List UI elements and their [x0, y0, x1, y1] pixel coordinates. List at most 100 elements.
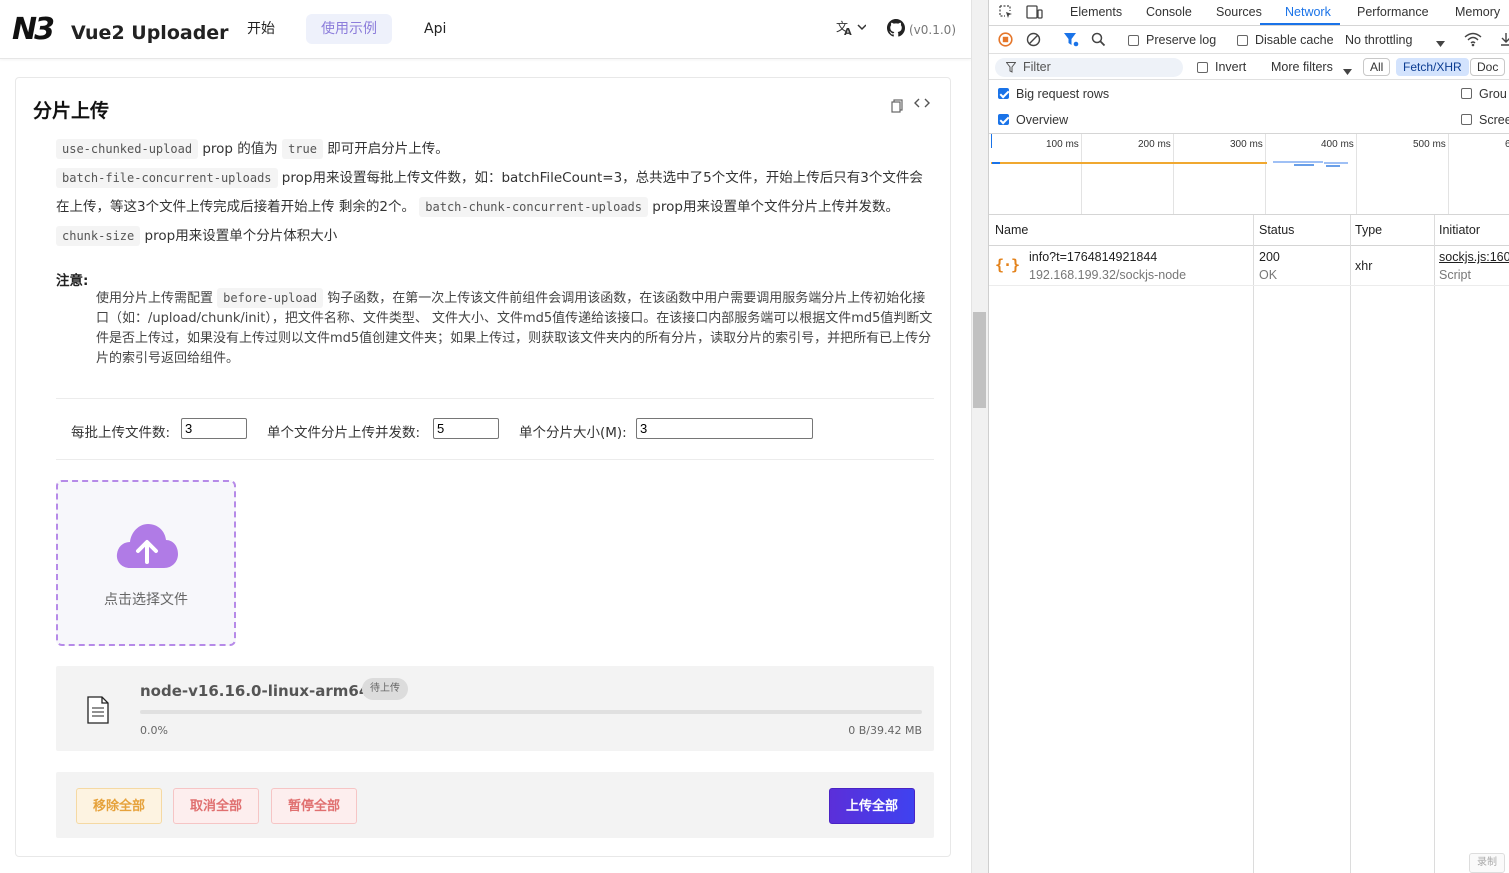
view-code-icon[interactable]: [914, 96, 930, 114]
tab-performance[interactable]: Performance: [1357, 5, 1429, 19]
request-initiator-type: Script: [1439, 268, 1471, 282]
group-by-frame-label[interactable]: Grou: [1479, 87, 1507, 101]
code-before-upload: before-upload: [217, 288, 324, 308]
batch-count-input[interactable]: [181, 418, 247, 439]
tab-sources[interactable]: Sources: [1216, 5, 1262, 19]
action-bar: 移除全部 取消全部 暂停全部 上传全部: [56, 772, 934, 838]
screenshots-label[interactable]: Scree: [1479, 113, 1509, 127]
more-filters-button[interactable]: More filters: [1271, 60, 1333, 74]
timeline-tick: 500 ms: [1413, 139, 1446, 150]
remove-all-button[interactable]: 移除全部: [76, 788, 163, 824]
page-scrollbar-track[interactable]: [971, 0, 988, 873]
timeline-tick: 400 ms: [1321, 139, 1354, 150]
code-batch-file-concurrent: batch-file-concurrent-uploads: [56, 168, 278, 188]
request-name[interactable]: info?t=1764814921844: [1029, 250, 1157, 264]
disable-cache-checkbox[interactable]: [1237, 35, 1248, 46]
column-status[interactable]: Status: [1259, 223, 1294, 237]
dropzone-label: 点击选择文件: [104, 592, 188, 608]
options-row-2: Overview Scree: [989, 108, 1509, 134]
invert-checkbox[interactable]: [1197, 62, 1208, 73]
code-chunk-size: chunk-size: [56, 226, 141, 246]
top-navbar: N3 Vue2 Uploader 开始 使用示例 Api 文 A (v0.1.0…: [0, 0, 971, 59]
cancel-all-button[interactable]: 取消全部: [173, 788, 260, 824]
stop-recording-icon[interactable]: [998, 32, 1013, 50]
paragraph-chunk-size: chunk-size prop用来设置单个分片体积大小: [56, 222, 936, 251]
chunk-size-label: 单个分片大小(M):: [519, 425, 627, 441]
inspect-element-icon[interactable]: [998, 4, 1014, 23]
network-conditions-icon[interactable]: [1464, 32, 1482, 50]
github-icon[interactable]: [887, 19, 905, 41]
chevron-down-icon[interactable]: [1343, 64, 1352, 78]
preserve-log-checkbox[interactable]: [1128, 35, 1139, 46]
file-dropzone[interactable]: 点击选择文件: [56, 480, 236, 646]
timeline-tick: 200 ms: [1138, 139, 1171, 150]
code-true: true: [282, 139, 323, 159]
progress-bar: [140, 710, 922, 714]
n3-logo[interactable]: N3: [12, 12, 55, 47]
tab-network[interactable]: Network: [1285, 5, 1331, 19]
request-initiator-link[interactable]: sockjs.js:160: [1439, 250, 1509, 264]
paragraph-chunked: use-chunked-upload prop 的值为 true 即可开启分片上…: [56, 135, 936, 164]
note-title: 注意:: [56, 273, 89, 289]
network-overview-timeline[interactable]: 100 ms 200 ms 300 ms 400 ms 500 ms 6: [989, 133, 1509, 215]
preserve-log-label[interactable]: Preserve log: [1146, 33, 1216, 47]
nav-start[interactable]: 开始: [232, 14, 290, 44]
column-type[interactable]: Type: [1355, 223, 1382, 237]
pause-all-button[interactable]: 暂停全部: [271, 788, 358, 824]
device-toolbar-icon[interactable]: [1026, 4, 1043, 23]
filter-chip-doc[interactable]: Doc: [1470, 58, 1506, 76]
search-icon[interactable]: [1091, 32, 1106, 50]
invert-label[interactable]: Invert: [1215, 60, 1246, 74]
filter-toggle-icon[interactable]: [1063, 32, 1079, 50]
chunk-concurrent-input[interactable]: [433, 418, 499, 439]
devtools-tabbar: Elements Console Sources Network Perform…: [989, 0, 1509, 26]
table-row[interactable]: {·} info?t=1764814921844 192.168.199.32/…: [989, 246, 1509, 286]
overview-label[interactable]: Overview: [1016, 113, 1068, 127]
filter-chip-all[interactable]: All: [1363, 58, 1391, 76]
filter-placeholder: Filter: [1023, 60, 1051, 74]
timeline-request-bar: [1326, 165, 1340, 167]
disable-cache-label[interactable]: Disable cache: [1255, 33, 1334, 47]
column-divider: [1434, 215, 1435, 873]
import-har-icon[interactable]: [1500, 32, 1509, 50]
timeline-request-bar: [1273, 161, 1323, 163]
timeline-gridline: [1265, 134, 1266, 214]
translate-icon[interactable]: 文 A: [836, 18, 867, 40]
timeline-gridline: [1173, 134, 1174, 214]
chunk-upload-card: 分片上传 use-chunked-upload prop 的值为 true 即可…: [15, 77, 951, 857]
big-request-rows-label[interactable]: Big request rows: [1016, 87, 1109, 101]
nav-examples[interactable]: 使用示例: [306, 14, 392, 44]
tab-elements[interactable]: Elements: [1070, 5, 1122, 19]
timeline-request-bar: [1324, 162, 1348, 164]
filter-input[interactable]: Filter: [995, 58, 1183, 77]
throttling-select[interactable]: No throttling: [1345, 33, 1412, 47]
column-initiator[interactable]: Initiator: [1439, 223, 1480, 237]
page-scrollbar-thumb[interactable]: [973, 312, 986, 408]
record-button[interactable]: 录制: [1469, 853, 1505, 873]
clear-icon[interactable]: [1026, 32, 1041, 50]
big-request-rows-checkbox[interactable]: [998, 88, 1009, 99]
request-host: 192.168.199.32/sockjs-node: [1029, 268, 1187, 282]
timeline-gridline: [1448, 134, 1449, 214]
chevron-down-icon[interactable]: [1436, 36, 1445, 50]
request-type: xhr: [1355, 259, 1373, 273]
tab-memory[interactable]: Memory: [1455, 5, 1500, 19]
group-by-frame-checkbox[interactable]: [1461, 88, 1472, 99]
nav-api[interactable]: Api: [409, 14, 461, 44]
file-name: node-v16.16.0-linux-arm64: [140, 682, 370, 700]
timeline-request-bar: [1294, 164, 1314, 166]
screenshots-checkbox[interactable]: [1461, 114, 1472, 125]
network-filter-row: Filter Invert More filters All Fetch/XHR…: [989, 54, 1509, 80]
copy-icon[interactable]: [891, 99, 903, 117]
requests-table-header: Name Status Type Initiator: [989, 215, 1509, 246]
overview-checkbox[interactable]: [998, 114, 1009, 125]
tab-console[interactable]: Console: [1146, 5, 1192, 19]
column-name[interactable]: Name: [995, 223, 1028, 237]
file-icon: [86, 696, 110, 728]
upload-all-button[interactable]: 上传全部: [829, 788, 916, 824]
brand-title[interactable]: Vue2 Uploader: [71, 22, 229, 44]
filter-chip-fetch-xhr[interactable]: Fetch/XHR: [1396, 58, 1469, 76]
chunk-size-input[interactable]: [636, 418, 813, 439]
timeline-cursor: [991, 134, 992, 148]
column-divider: [1350, 215, 1351, 873]
